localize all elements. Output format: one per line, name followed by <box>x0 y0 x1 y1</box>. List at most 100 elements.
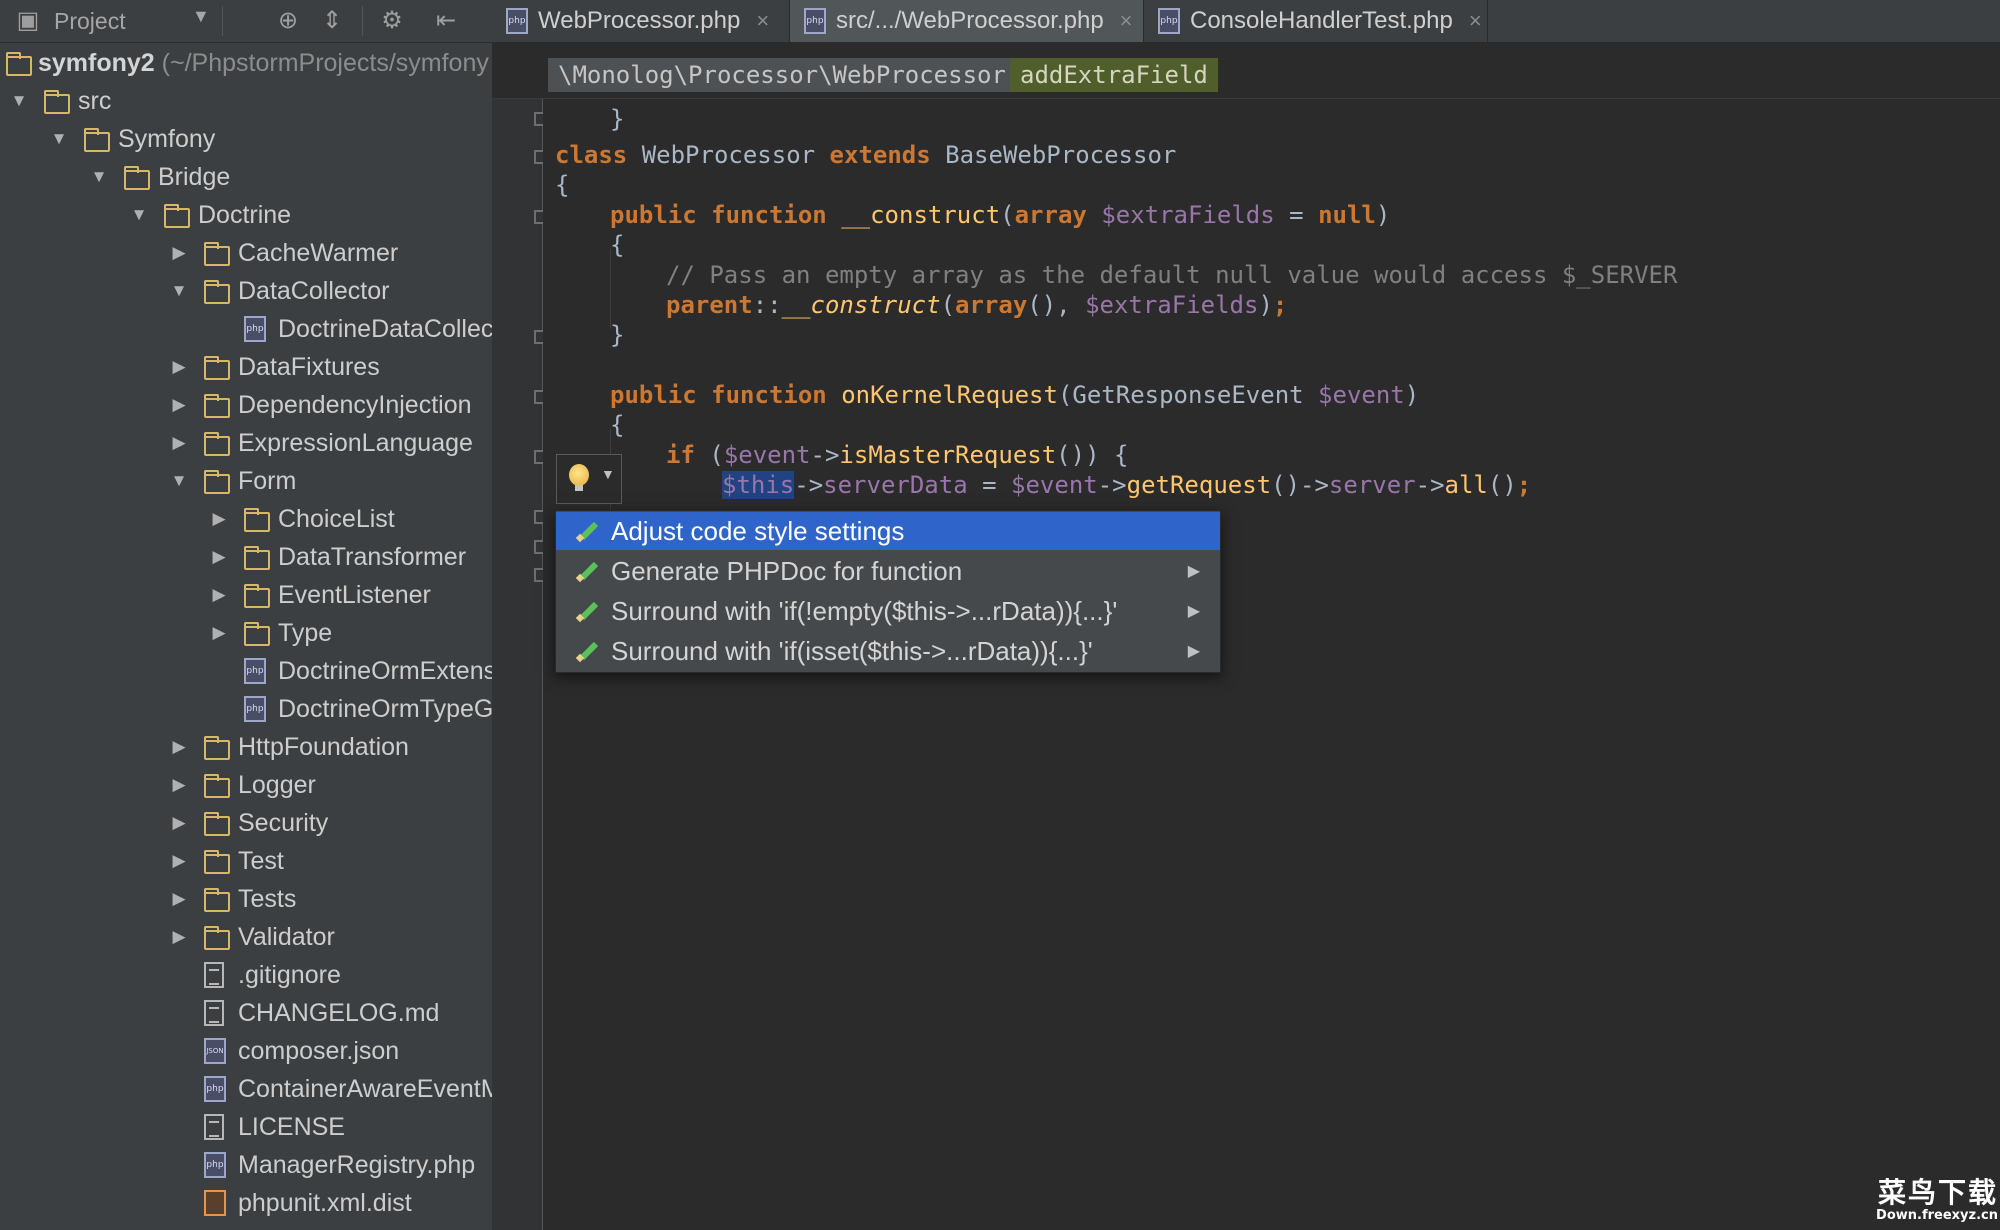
tree-item-label: Logger <box>238 770 316 799</box>
folder-icon <box>204 394 230 418</box>
tree-item[interactable]: php ContainerAwareEventManager.php <box>0 1070 492 1108</box>
collapse-arrow-icon[interactable]: ▶ <box>168 433 190 453</box>
collapse-all-icon[interactable]: ⇕ <box>318 6 346 34</box>
tree-item[interactable]: ▶ Logger <box>0 766 492 804</box>
close-icon[interactable]: × <box>1120 8 1133 34</box>
project-view-selector[interactable]: Project <box>54 8 126 35</box>
collapse-arrow-icon[interactable]: ▶ <box>168 243 190 263</box>
code-line-parent: parent::__construct(array(), $extraField… <box>666 291 1288 319</box>
lightbulb-icon <box>569 464 589 491</box>
code-line: { <box>610 231 625 259</box>
collapse-arrow-icon[interactable]: ▶ <box>208 547 230 567</box>
php-file-icon: php <box>244 316 266 342</box>
collapse-arrow-icon[interactable]: ▶ <box>168 889 190 909</box>
expand-arrow-icon[interactable]: ▼ <box>128 205 150 225</box>
folder-icon <box>204 432 230 456</box>
expand-arrow-icon[interactable]: ▼ <box>168 281 190 301</box>
close-icon[interactable]: × <box>756 8 769 34</box>
folder-icon <box>204 280 230 304</box>
chevron-down-icon[interactable]: ▼ <box>192 6 210 27</box>
code-line-class: class WebProcessor extends BaseWebProces… <box>555 141 1177 169</box>
popup-item-surround-isset[interactable]: Surround with 'if(isset($this->...rData)… <box>556 632 1220 670</box>
tree-root[interactable]: symfony2 (~/PhpstormProjects/symfony <box>0 44 492 82</box>
tree-item[interactable]: php DoctrineOrmExtension.php <box>0 652 492 690</box>
tree-item-label: DoctrineOrmExtension.php <box>278 656 492 685</box>
tree-item-label: CHANGELOG.md <box>238 998 440 1027</box>
php-file-icon: php <box>244 696 266 722</box>
tree-item[interactable]: JSON composer.json <box>0 1032 492 1070</box>
popup-item-adjust-code-style[interactable]: Adjust code style settings <box>556 512 1220 550</box>
folder-icon <box>204 242 230 266</box>
popup-item-surround-empty[interactable]: Surround with 'if(!empty($this->...rData… <box>556 592 1220 630</box>
pencil-icon <box>576 600 598 622</box>
folder-icon <box>204 356 230 380</box>
tree-item[interactable]: ▶ ExpressionLanguage <box>0 424 492 462</box>
folder-icon <box>204 774 230 798</box>
tree-item[interactable]: ▶ DependencyInjection <box>0 386 492 424</box>
tree-item[interactable]: ▶ DataFixtures <box>0 348 492 386</box>
tree-item[interactable]: ▼ DataCollector <box>0 272 492 310</box>
tree-item[interactable]: php DoctrineOrmTypeGuesser.php <box>0 690 492 728</box>
collapse-arrow-icon[interactable]: ▶ <box>208 509 230 529</box>
expand-arrow-icon[interactable]: ▼ <box>48 129 70 149</box>
folder-icon <box>204 736 230 760</box>
expand-arrow-icon[interactable]: ▼ <box>88 167 110 187</box>
collapse-arrow-icon[interactable]: ▶ <box>168 395 190 415</box>
tree-item[interactable]: ▼ Form <box>0 462 492 500</box>
tab-webprocessor[interactable]: php WebProcessor.php × <box>492 0 790 42</box>
tree-item[interactable]: ▼ Bridge <box>0 158 492 196</box>
tree-item[interactable]: ▶ EventListener <box>0 576 492 614</box>
code-line: { <box>610 411 625 439</box>
intention-bulb-button[interactable]: ▼ <box>556 454 622 504</box>
tree-item[interactable]: ▶ Validator <box>0 918 492 956</box>
intention-actions-popup: Adjust code style settings Generate PHPD… <box>555 510 1221 673</box>
watermark-logo: 菜鸟下载 Down.freexyz.cn <box>1862 1178 1998 1230</box>
tree-item[interactable]: LICENSE <box>0 1108 492 1146</box>
tree-item[interactable]: CHANGELOG.md <box>0 994 492 1032</box>
project-view-icon[interactable]: ▣ <box>14 6 42 34</box>
tree-item[interactable]: ▼ Symfony <box>0 120 492 158</box>
tree-item[interactable]: ▼ src <box>0 82 492 120</box>
scroll-from-source-icon[interactable]: ⊕ <box>274 6 302 34</box>
popup-item-label: Surround with 'if(!empty($this->...rData… <box>611 595 1118 626</box>
tree-item-label: DependencyInjection <box>238 390 472 419</box>
collapse-arrow-icon[interactable]: ▶ <box>168 737 190 757</box>
folder-icon <box>204 888 230 912</box>
folder-icon <box>124 166 150 190</box>
tab-label: src/.../WebProcessor.php <box>836 7 1104 34</box>
tab-src-webprocessor[interactable]: php src/.../WebProcessor.php × <box>790 0 1144 42</box>
tree-item[interactable]: php ManagerRegistry.php <box>0 1146 492 1184</box>
tree-item[interactable]: .gitignore <box>0 956 492 994</box>
tree-item[interactable]: ▶ Security <box>0 804 492 842</box>
collapse-arrow-icon[interactable]: ▶ <box>168 851 190 871</box>
tree-item[interactable]: ▶ CacheWarmer <box>0 234 492 272</box>
tree-item[interactable]: ▶ DataTransformer <box>0 538 492 576</box>
tree-item[interactable]: ▶ Test <box>0 842 492 880</box>
collapse-arrow-icon[interactable]: ▶ <box>208 623 230 643</box>
close-icon[interactable]: × <box>1469 8 1482 34</box>
popup-item-generate-phpdoc[interactable]: Generate PHPDoc for function ▶ <box>556 552 1220 590</box>
tree-item[interactable]: ▼ Doctrine <box>0 196 492 234</box>
tree-item[interactable]: ▶ Type <box>0 614 492 652</box>
hide-panel-icon[interactable]: ⇤ <box>432 6 460 34</box>
expand-arrow-icon[interactable]: ▼ <box>168 471 190 491</box>
tree-item[interactable]: ▶ HttpFoundation <box>0 728 492 766</box>
chevron-right-icon: ▶ <box>1187 643 1200 660</box>
collapse-arrow-icon[interactable]: ▶ <box>168 357 190 377</box>
expand-arrow-icon[interactable]: ▼ <box>8 91 30 111</box>
breadcrumb: \Monolog\Processor\WebProcessor addExtra… <box>492 52 2000 99</box>
tree-item[interactable]: php DoctrineDataCollector.php <box>0 310 492 348</box>
tree-item[interactable]: phpunit.xml.dist <box>0 1184 492 1222</box>
tree-item[interactable]: ▶ Tests <box>0 880 492 918</box>
collapse-arrow-icon[interactable]: ▶ <box>168 775 190 795</box>
breadcrumb-method[interactable]: addExtraField <box>1010 58 1218 92</box>
pencil-icon <box>576 640 598 662</box>
tab-consolehandlertest[interactable]: php ConsoleHandlerTest.php × <box>1144 0 1488 42</box>
collapse-arrow-icon[interactable]: ▶ <box>168 813 190 833</box>
breadcrumb-class[interactable]: \Monolog\Processor\WebProcessor <box>548 58 1016 92</box>
gear-icon[interactable]: ⚙ <box>378 6 406 34</box>
tree-item[interactable]: ▶ ChoiceList <box>0 500 492 538</box>
folder-icon <box>244 584 270 608</box>
collapse-arrow-icon[interactable]: ▶ <box>168 927 190 947</box>
collapse-arrow-icon[interactable]: ▶ <box>208 585 230 605</box>
